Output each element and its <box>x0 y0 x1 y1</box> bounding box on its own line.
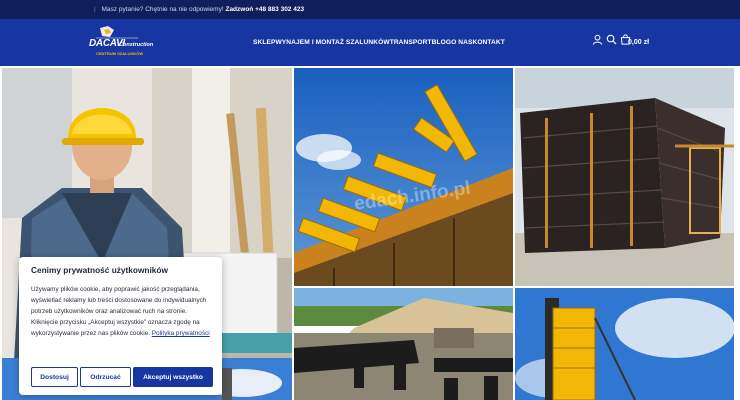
divider: | <box>94 6 96 13</box>
main-header: DACAVI Construction CENTRUM SZALUNKÓW SK… <box>0 19 740 66</box>
nav-item-blog[interactable]: BLOG <box>432 39 451 46</box>
main-nav: SKLEP WYNAJEM I MONTAŻ SZALUNKÓW TRANSPO… <box>253 19 505 66</box>
nav-item-transport[interactable]: TRANSPORT <box>390 39 432 46</box>
customize-button[interactable]: Dostosuj <box>31 367 78 387</box>
nav-item-about[interactable]: O NAS <box>451 39 472 46</box>
cart-total[interactable]: 0,00 zł <box>628 19 649 66</box>
topbar-call-label: Zadzwoń <box>225 6 254 13</box>
topbar-phone-link[interactable]: +48 883 302 423 <box>255 6 304 13</box>
gallery-image-wall-formwork[interactable] <box>515 68 734 286</box>
logo-tagline: CENTRUM SZALUNKÓW <box>96 51 144 56</box>
privacy-policy-link[interactable]: Polityka prywatności <box>152 330 210 337</box>
site-logo[interactable]: DACAVI Construction CENTRUM SZALUNKÓW <box>86 24 153 62</box>
cookie-title: Cenimy prywatność użytkowników <box>31 265 168 275</box>
nav-item-shop[interactable]: SKLEP <box>253 39 275 46</box>
accept-all-button[interactable]: Akceptuj wszystko <box>133 367 213 387</box>
logo-subtitle: Construction <box>119 42 154 48</box>
user-icon[interactable] <box>592 34 603 45</box>
nav-item-rental[interactable]: WYNAJEM I MONTAŻ SZALUNKÓW <box>275 39 389 46</box>
reject-button[interactable]: Odrzucać <box>80 367 131 387</box>
search-icon[interactable] <box>606 34 617 45</box>
cookie-buttons: Dostosuj Odrzucać Akceptuj wszystko <box>31 367 213 387</box>
top-info-bar: | Masz pytanie? Chętnie na nie odpowiemy… <box>0 0 740 19</box>
nav-item-contact[interactable]: KONTAKT <box>472 39 504 46</box>
header-icons <box>592 34 631 45</box>
topbar-question: Masz pytanie? Chętnie na nie odpowiemy! <box>101 6 224 13</box>
gallery-image-column-formwork[interactable] <box>515 288 734 400</box>
gallery-image-foundation[interactable] <box>294 288 513 400</box>
cookie-body: Używamy plików cookie, aby poprawić jako… <box>31 284 210 339</box>
cookie-consent-dialog: Cenimy prywatność użytkowników Używamy p… <box>19 257 222 395</box>
gallery-image-timber-formwork[interactable]: edach.info.pl <box>294 68 513 286</box>
